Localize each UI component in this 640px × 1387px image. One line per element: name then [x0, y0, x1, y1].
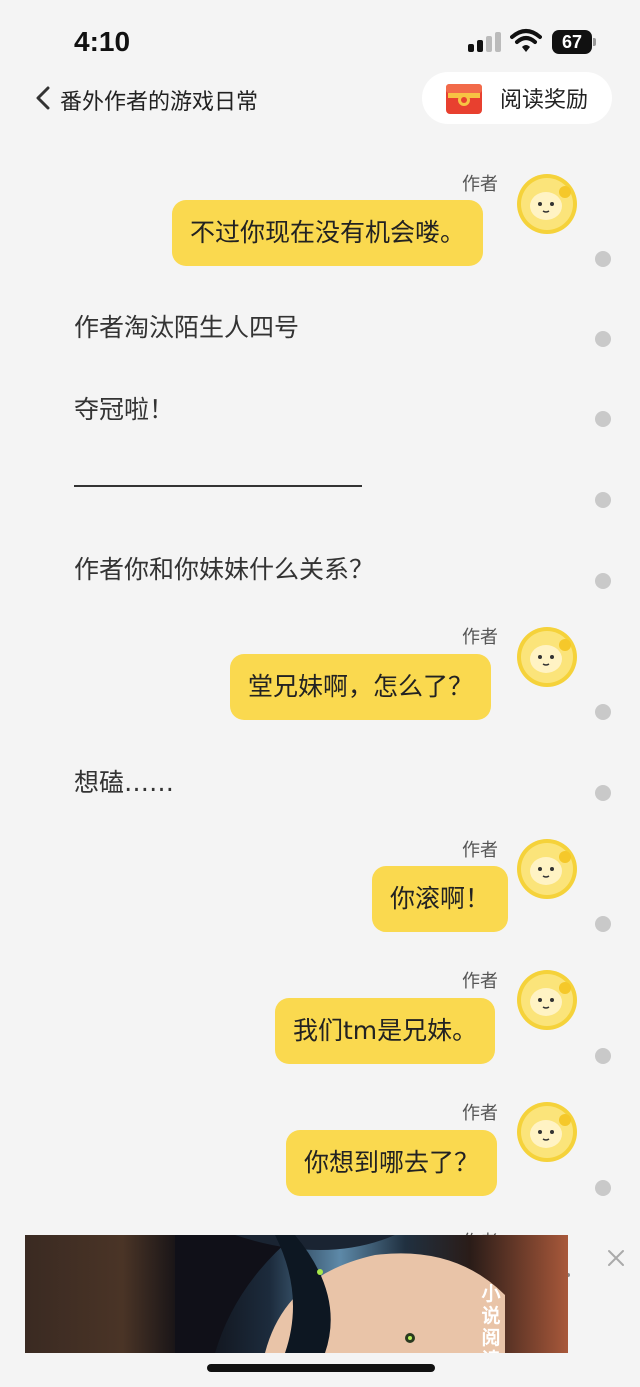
author-avatar[interactable] — [515, 1100, 579, 1164]
author-name: 作者 — [462, 971, 498, 992]
author-name: 作者 — [462, 840, 498, 861]
paragraph-comment-dot[interactable] — [595, 251, 611, 267]
book-title[interactable]: 番外作者的游戏日常 — [60, 84, 258, 116]
author-avatar[interactable] — [515, 837, 579, 901]
author-name: 作者 — [462, 174, 498, 195]
paragraph-comment-dot[interactable] — [595, 1180, 611, 1196]
battery-level: 67 — [552, 30, 592, 54]
paragraph-comment-dot[interactable] — [595, 1048, 611, 1064]
reading-reward-button[interactable]: 阅读奖励 — [422, 72, 612, 124]
paragraph-comment-dot[interactable] — [595, 704, 611, 720]
gift-icon — [446, 84, 482, 114]
paragraph-comment-dot[interactable] — [595, 492, 611, 508]
narration-text: 作者淘汰陌生人四号 — [74, 313, 300, 342]
author-message-bubble[interactable]: 你滚啊！ — [372, 866, 509, 932]
paragraph-comment-dot[interactable] — [595, 916, 611, 932]
wifi-icon — [510, 29, 542, 52]
close-icon[interactable] — [606, 1248, 626, 1268]
paragraph-comment-dot[interactable] — [595, 573, 611, 589]
narration-text: 想磕…… — [74, 768, 175, 797]
cellular-signal-icon — [468, 32, 502, 52]
paragraph-comment-dot[interactable] — [595, 785, 611, 801]
author-avatar[interactable] — [515, 625, 579, 689]
author-name: 作者 — [462, 1103, 498, 1124]
author-avatar[interactable] — [515, 172, 579, 236]
battery-icon: 67 — [552, 30, 596, 54]
author-message-bubble[interactable]: 你想到哪去了？ — [286, 1130, 498, 1196]
paragraph-comment-dot[interactable] — [595, 331, 611, 347]
reward-label: 阅读奖励 — [500, 88, 589, 113]
ad-banner[interactable]: 小说阅读 — [25, 1235, 568, 1353]
narration-text: 作者你和你妹妹什么关系？ — [74, 555, 375, 584]
author-message-bubble[interactable]: 我们tm是兄妹。 — [275, 998, 496, 1064]
status-time: 4:10 — [74, 26, 131, 57]
paragraph-comment-dot[interactable] — [595, 411, 611, 427]
section-divider — [74, 485, 362, 487]
narration-text: 夺冠啦！ — [74, 395, 175, 424]
home-indicator[interactable] — [207, 1364, 435, 1372]
author-avatar[interactable] — [515, 968, 579, 1032]
ad-text: 小说阅读 — [481, 1283, 501, 1353]
author-message-bubble[interactable]: 堂兄妹啊，怎么了？ — [230, 654, 492, 720]
author-name: 作者 — [462, 627, 498, 648]
author-message-bubble[interactable]: 不过你现在没有机会喽。 — [172, 200, 484, 266]
ad-illustration — [175, 1235, 505, 1353]
chevron-left-icon[interactable] — [34, 86, 54, 110]
